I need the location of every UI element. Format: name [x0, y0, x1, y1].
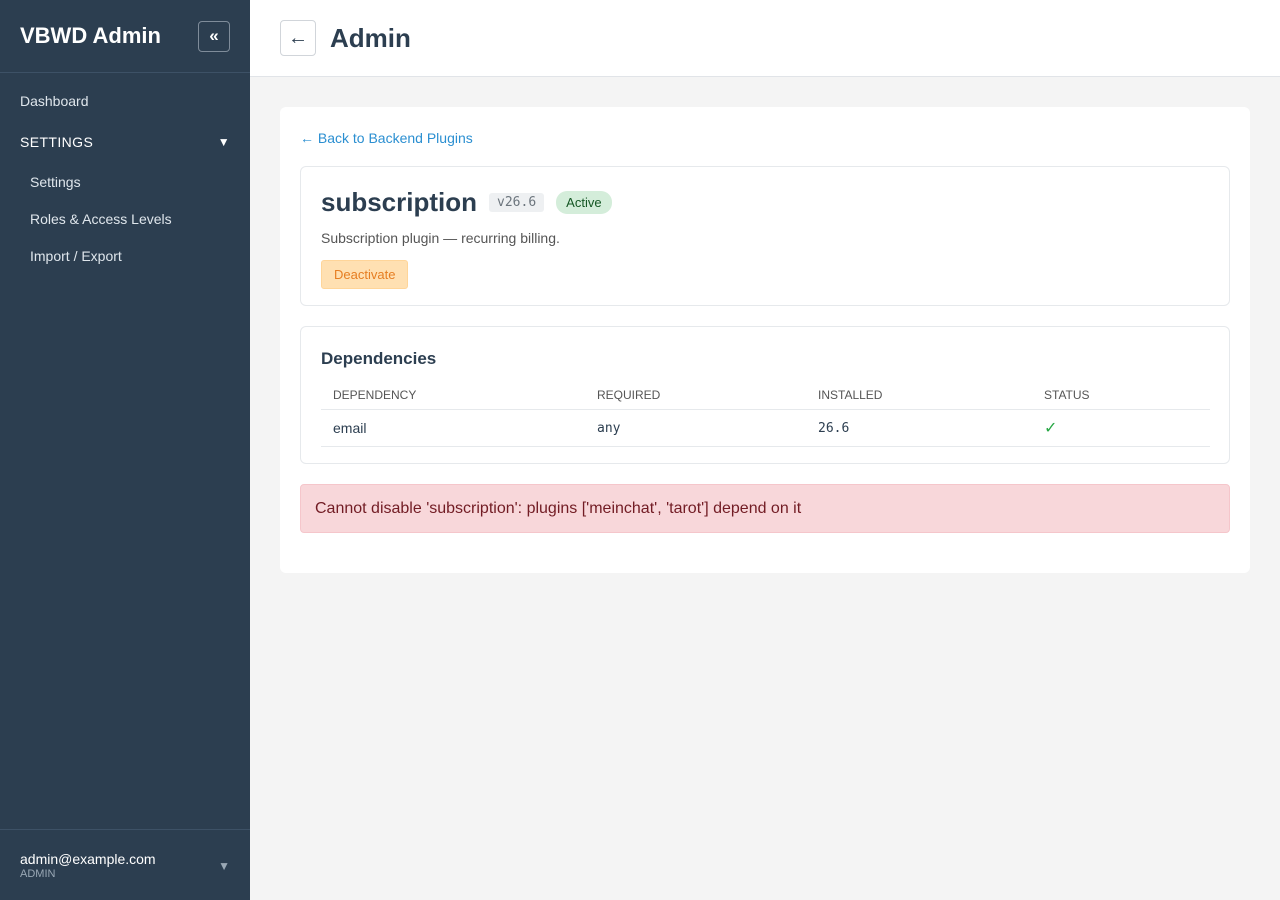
sidebar-item-settings[interactable]: Settings	[0, 164, 250, 201]
back-to-plugins-link[interactable]: ← Back to Backend Plugins	[300, 130, 473, 146]
checkmark-icon: ✓	[1044, 420, 1058, 437]
dependencies-section: Dependencies DEPENDENCY REQUIRED INSTALL…	[300, 326, 1230, 464]
column-header-dependency: DEPENDENCY	[321, 381, 585, 410]
table-row: email any 26.6 ✓	[321, 409, 1210, 447]
plugin-detail-card: ← Back to Backend Plugins subscription v…	[280, 107, 1250, 573]
deactivate-button[interactable]: Deactivate	[321, 260, 409, 289]
user-menu[interactable]: admin@example.com ADMIN ▼	[0, 829, 250, 900]
dependency-name: email	[321, 409, 585, 447]
plugin-name: subscription	[321, 187, 478, 217]
top-bar: ← Admin	[250, 0, 1280, 77]
version-badge: v26.6	[489, 193, 545, 212]
sidebar-item-import-export[interactable]: Import / Export	[0, 238, 250, 275]
page-title: Admin	[330, 22, 411, 53]
sidebar: VBWD Admin « Dashboard SETTINGS ▼ Settin…	[0, 0, 250, 900]
arrow-left-icon: ←	[288, 26, 308, 49]
dependencies-table: DEPENDENCY REQUIRED INSTALLED STATUS ema…	[321, 381, 1210, 447]
plugin-description: Subscription plugin — recurring billing.	[321, 230, 560, 246]
sidebar-section-settings[interactable]: SETTINGS ▼	[0, 120, 250, 164]
plugin-header: subscription v26.6 Active	[321, 187, 1209, 218]
column-header-required: REQUIRED	[585, 381, 806, 410]
app-brand: VBWD Admin	[20, 23, 161, 48]
collapse-sidebar-button[interactable]: «	[198, 20, 230, 52]
sidebar-header: VBWD Admin «	[0, 0, 250, 73]
dependency-required: any	[585, 409, 806, 447]
sidebar-item-roles-access-levels[interactable]: Roles & Access Levels	[0, 201, 250, 238]
dependency-installed: 26.6	[806, 409, 1032, 447]
sidebar-section-label: SETTINGS	[20, 134, 94, 150]
user-email: admin@example.com	[20, 851, 156, 867]
user-role: ADMIN	[20, 868, 56, 880]
column-header-status: STATUS	[1032, 381, 1210, 410]
table-header-row: DEPENDENCY REQUIRED INSTALLED STATUS	[321, 381, 1210, 410]
double-chevron-left-icon: «	[209, 26, 219, 45]
chevron-down-icon: ▼	[217, 135, 230, 149]
plugin-summary: subscription v26.6 Active Subscription p…	[300, 166, 1230, 306]
error-alert: Cannot disable 'subscription': plugins […	[300, 484, 1230, 533]
sidebar-nav: Dashboard SETTINGS ▼ Settings Roles & Ac…	[0, 73, 250, 275]
status-badge: Active	[556, 191, 612, 214]
sidebar-item-dashboard[interactable]: Dashboard	[0, 83, 250, 120]
column-header-installed: INSTALLED	[806, 381, 1032, 410]
user-menu-chevron-icon[interactable]: ▼	[218, 859, 230, 900]
dependencies-title: Dependencies	[321, 349, 437, 368]
user-info: admin@example.com ADMIN	[20, 851, 156, 900]
back-button[interactable]: ←	[280, 20, 316, 56]
